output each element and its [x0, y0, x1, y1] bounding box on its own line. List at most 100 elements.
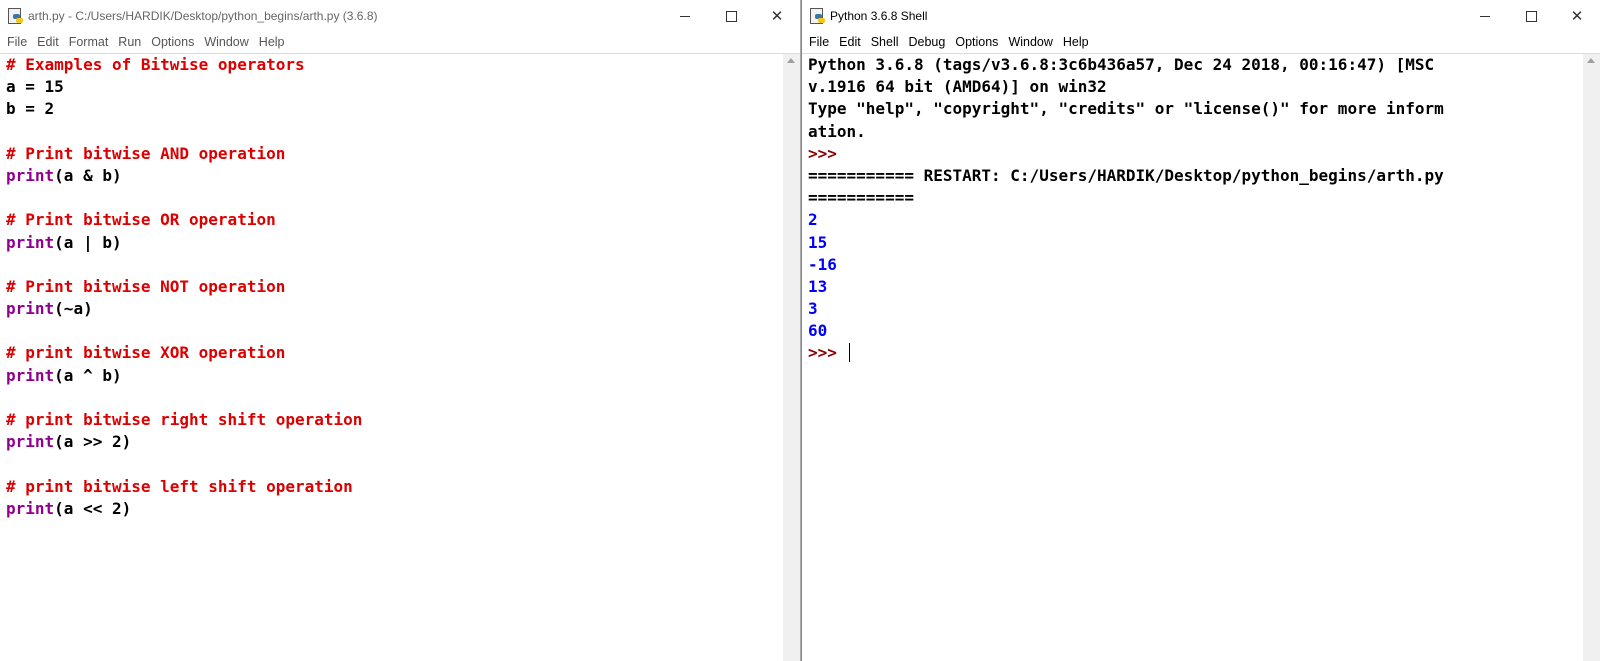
- editor-titlebar[interactable]: arth.py - C:/Users/HARDIK/Desktop/python…: [0, 0, 800, 32]
- shell-scrollbar[interactable]: [1583, 54, 1600, 661]
- editor-minimize-button[interactable]: [662, 0, 708, 32]
- output-value: 13: [808, 276, 828, 296]
- code-line: print(a & b): [6, 165, 362, 187]
- code-text: v.1916 64 bit (AMD64)] on win32: [808, 77, 1107, 97]
- editor-menu-help[interactable]: Help: [255, 35, 289, 49]
- code-builtin: print: [6, 165, 55, 185]
- editor-scrollbar[interactable]: [783, 54, 800, 661]
- shell-line: 13: [808, 276, 1444, 298]
- code-builtin: print: [6, 365, 55, 385]
- editor-menu-run[interactable]: Run: [114, 35, 145, 49]
- output-value: 2: [808, 210, 818, 230]
- output-value: -16: [808, 254, 837, 274]
- code-text: (a ^ b): [54, 365, 122, 385]
- scroll-up-icon[interactable]: [1587, 58, 1595, 63]
- code-line: # Print bitwise AND operation: [6, 143, 362, 165]
- shell-line: Python 3.6.8 (tags/v3.6.8:3c6b436a57, De…: [808, 54, 1444, 76]
- output-value: 60: [808, 321, 828, 341]
- maximize-icon: [725, 10, 737, 22]
- shell-menu-edit[interactable]: Edit: [835, 35, 865, 49]
- editor-window: arth.py - C:/Users/HARDIK/Desktop/python…: [0, 0, 801, 661]
- shell-title: Python 3.6.8 Shell: [830, 9, 928, 23]
- code-text: (~a): [54, 299, 93, 319]
- shell-prompt: >>>: [808, 343, 847, 363]
- editor-menu-file[interactable]: File: [3, 35, 31, 49]
- shell-menu-shell[interactable]: Shell: [867, 35, 903, 49]
- code-line: print(a >> 2): [6, 431, 362, 453]
- close-icon: ✕: [770, 6, 784, 25]
- code-line: a = 15: [6, 76, 362, 98]
- code-text: (a & b): [54, 165, 122, 185]
- shell-line: =========== RESTART: C:/Users/HARDIK/Des…: [808, 165, 1444, 187]
- code-line: print(~a): [6, 298, 362, 320]
- editor-menu-options[interactable]: Options: [147, 35, 198, 49]
- shell-menu-window[interactable]: Window: [1004, 35, 1056, 49]
- editor-menu-edit[interactable]: Edit: [33, 35, 63, 49]
- code-builtin: print: [6, 299, 55, 319]
- code-line: # Examples of Bitwise operators: [6, 54, 362, 76]
- shell-text-area[interactable]: Python 3.6.8 (tags/v3.6.8:3c6b436a57, De…: [802, 53, 1600, 661]
- python-file-icon: [7, 8, 23, 24]
- code-line: print(a << 2): [6, 498, 362, 520]
- editor-menu-format[interactable]: Format: [65, 35, 113, 49]
- code-text: ===========: [808, 188, 914, 208]
- shell-menu-file[interactable]: File: [805, 35, 833, 49]
- code-line: print(a | b): [6, 232, 362, 254]
- code-comment: # print bitwise left shift operation: [6, 476, 353, 496]
- code-line: # Print bitwise NOT operation: [6, 276, 362, 298]
- shell-window: Python 3.6.8 Shell ✕ File Edit Shell Deb…: [801, 0, 1600, 661]
- code-text: b = 2: [6, 99, 55, 119]
- shell-line: 3: [808, 298, 1444, 320]
- shell-menubar: File Edit Shell Debug Options Window Hel…: [802, 32, 1600, 52]
- shell-menu-options[interactable]: Options: [951, 35, 1002, 49]
- scroll-up-icon[interactable]: [787, 58, 795, 63]
- shell-maximize-button[interactable]: [1508, 0, 1554, 32]
- code-comment: # Print bitwise OR operation: [6, 210, 276, 230]
- code-text: (a | b): [54, 232, 122, 252]
- editor-menubar: File Edit Format Run Options Window Help: [0, 32, 800, 52]
- shell-minimize-button[interactable]: [1462, 0, 1508, 32]
- editor-code[interactable]: # Examples of Bitwise operators a = 15 b =…: [6, 54, 362, 520]
- editor-title: arth.py - C:/Users/HARDIK/Desktop/python…: [28, 9, 378, 23]
- shell-line: Type "help", "copyright", "credits" or "…: [808, 98, 1444, 120]
- code-line: b = 2: [6, 98, 362, 120]
- code-line: # print bitwise XOR operation: [6, 342, 362, 364]
- editor-text-area[interactable]: # Examples of Bitwise operators a = 15 b =…: [0, 53, 800, 661]
- editor-maximize-button[interactable]: [708, 0, 754, 32]
- output-value: 15: [808, 232, 828, 252]
- shell-line: >>>: [808, 342, 1444, 364]
- shell-line: 15: [808, 232, 1444, 254]
- minimize-icon: [1480, 15, 1490, 17]
- code-builtin: print: [6, 232, 55, 252]
- code-text: Type "help", "copyright", "credits" or "…: [808, 99, 1444, 119]
- shell-close-button[interactable]: ✕: [1554, 0, 1600, 32]
- minimize-icon: [680, 15, 690, 17]
- shell-menu-debug[interactable]: Debug: [905, 35, 950, 49]
- code-comment: # print bitwise right shift operation: [6, 410, 363, 429]
- code-builtin: print: [6, 498, 55, 518]
- shell-menu-help[interactable]: Help: [1059, 35, 1093, 49]
- editor-menu-window[interactable]: Window: [200, 35, 252, 49]
- shell-line: 60: [808, 320, 1444, 342]
- maximize-icon: [1525, 10, 1537, 22]
- shell-line: -16: [808, 254, 1444, 276]
- code-text: (a << 2): [54, 498, 132, 518]
- code-builtin: print: [6, 432, 55, 452]
- shell-titlebar[interactable]: Python 3.6.8 Shell ✕: [802, 0, 1600, 32]
- shell-line: v.1916 64 bit (AMD64)] on win32: [808, 76, 1444, 98]
- code-comment: # print bitwise XOR operation: [6, 343, 286, 363]
- code-text: ation.: [808, 121, 866, 141]
- output-value: 3: [808, 299, 818, 319]
- code-comment: # Print bitwise NOT operation: [6, 276, 286, 296]
- shell-line: >>>: [808, 143, 1444, 165]
- shell-output[interactable]: Python 3.6.8 (tags/v3.6.8:3c6b436a57, De…: [808, 54, 1444, 365]
- python-shell-icon: [809, 8, 825, 24]
- code-text: Python 3.6.8 (tags/v3.6.8:3c6b436a57, De…: [808, 55, 1435, 74]
- code-line: # print bitwise left shift operation: [6, 476, 362, 498]
- editor-close-button[interactable]: ✕: [754, 0, 800, 32]
